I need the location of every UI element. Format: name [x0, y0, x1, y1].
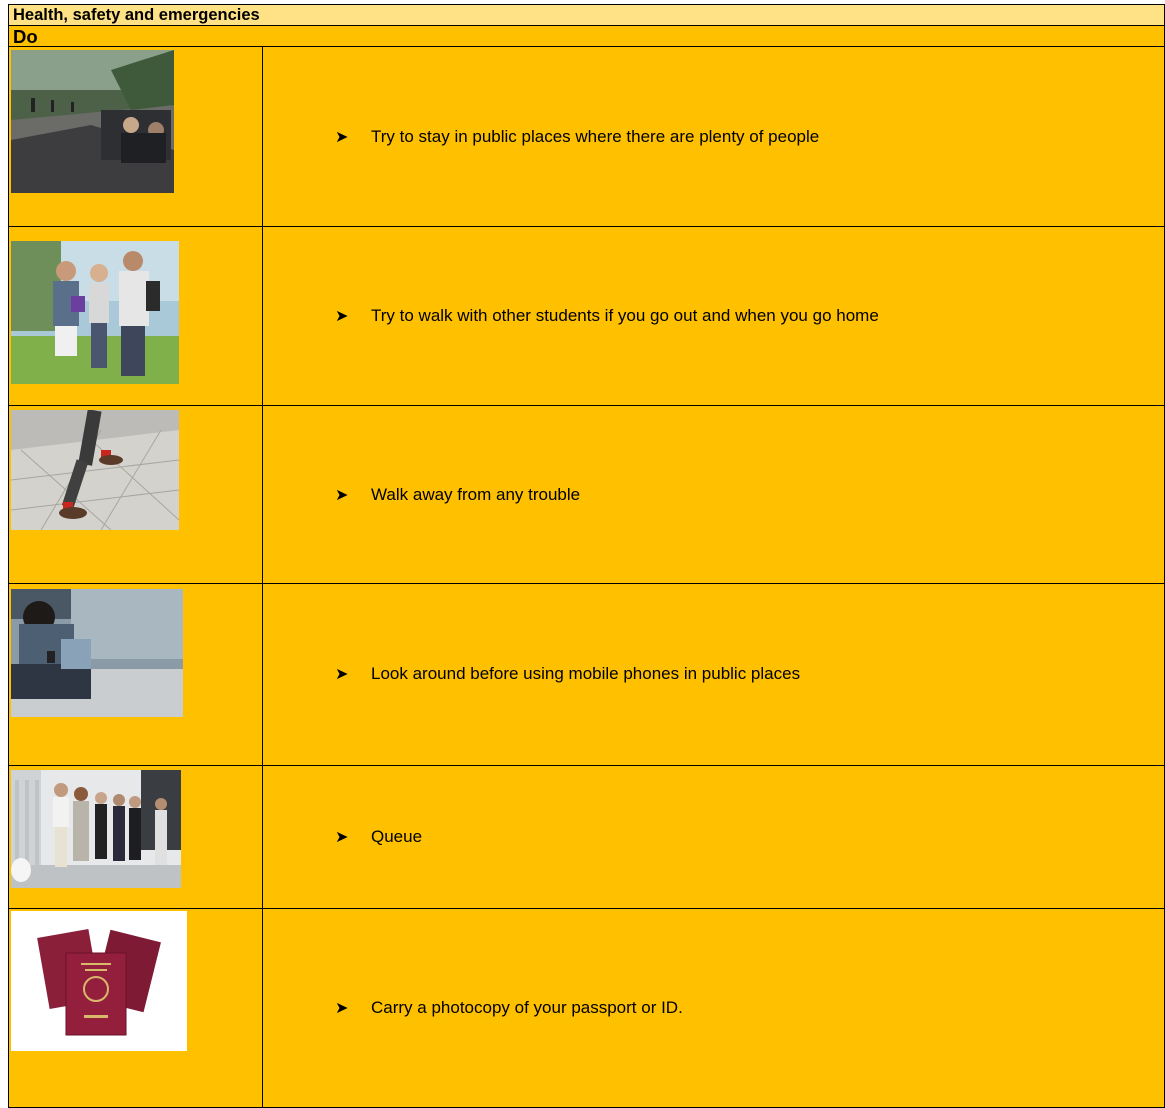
image-cell — [8, 582, 263, 766]
arrow-bullet-icon: ➤ — [335, 128, 349, 146]
table-row: ➤ Try to walk with other students if you… — [8, 225, 1165, 407]
item-text: Try to stay in public places where there… — [371, 126, 820, 146]
table-row: ➤ Carry a photocopy of your passport or … — [8, 908, 1165, 1108]
walking-legs-photo — [11, 410, 179, 531]
list-item: ➤ Try to stay in public places where the… — [263, 127, 1164, 147]
passports-photo — [11, 911, 187, 1052]
health-safety-table: Health, safety and emergencies Do ➤ Try … — [8, 3, 1165, 1108]
text-cell: ➤ Look around before using mobile phones… — [262, 582, 1165, 766]
table-row: ➤ Look around before using mobile phones… — [8, 582, 1165, 766]
text-cell: ➤ Try to walk with other students if you… — [262, 225, 1165, 407]
image-cell — [8, 908, 263, 1108]
list-item: ➤ Queue — [263, 827, 1164, 847]
arrow-bullet-icon: ➤ — [335, 828, 349, 846]
table-title: Health, safety and emergencies — [8, 3, 1165, 27]
table-row: ➤ Walk away from any trouble — [8, 405, 1165, 584]
item-text: Look around before using mobile phones i… — [371, 664, 801, 684]
queue-photo — [11, 769, 181, 888]
do-heading: Do — [8, 25, 1165, 48]
phone-user-photo — [11, 588, 183, 717]
item-text: Carry a photocopy of your passport or ID… — [371, 998, 683, 1018]
item-text: Try to walk with other students if you g… — [371, 306, 879, 326]
text-cell: ➤ Walk away from any trouble — [262, 405, 1165, 584]
text-cell: ➤ Try to stay in public places where the… — [262, 46, 1165, 227]
arrow-bullet-icon: ➤ — [335, 308, 349, 326]
text-cell: ➤ Carry a photocopy of your passport or … — [262, 908, 1165, 1108]
arrow-bullet-icon: ➤ — [335, 486, 349, 504]
item-text: Queue — [371, 826, 423, 846]
item-text: Walk away from any trouble — [371, 484, 581, 504]
image-cell — [8, 405, 263, 584]
table-row: ➤ Queue — [8, 764, 1165, 910]
image-cell — [8, 225, 263, 407]
students-walking-photo — [11, 240, 179, 384]
arrow-bullet-icon: ➤ — [335, 1000, 349, 1018]
list-item: ➤ Try to walk with other students if you… — [263, 306, 1164, 326]
park-crowd-photo — [11, 50, 174, 194]
table-row: ➤ Try to stay in public places where the… — [8, 46, 1165, 227]
image-cell — [8, 46, 263, 227]
list-item: ➤ Look around before using mobile phones… — [263, 664, 1164, 684]
list-item: ➤ Carry a photocopy of your passport or … — [263, 998, 1164, 1018]
arrow-bullet-icon: ➤ — [335, 666, 349, 684]
text-cell: ➤ Queue — [262, 764, 1165, 910]
image-cell — [8, 764, 263, 910]
list-item: ➤ Walk away from any trouble — [263, 485, 1164, 505]
